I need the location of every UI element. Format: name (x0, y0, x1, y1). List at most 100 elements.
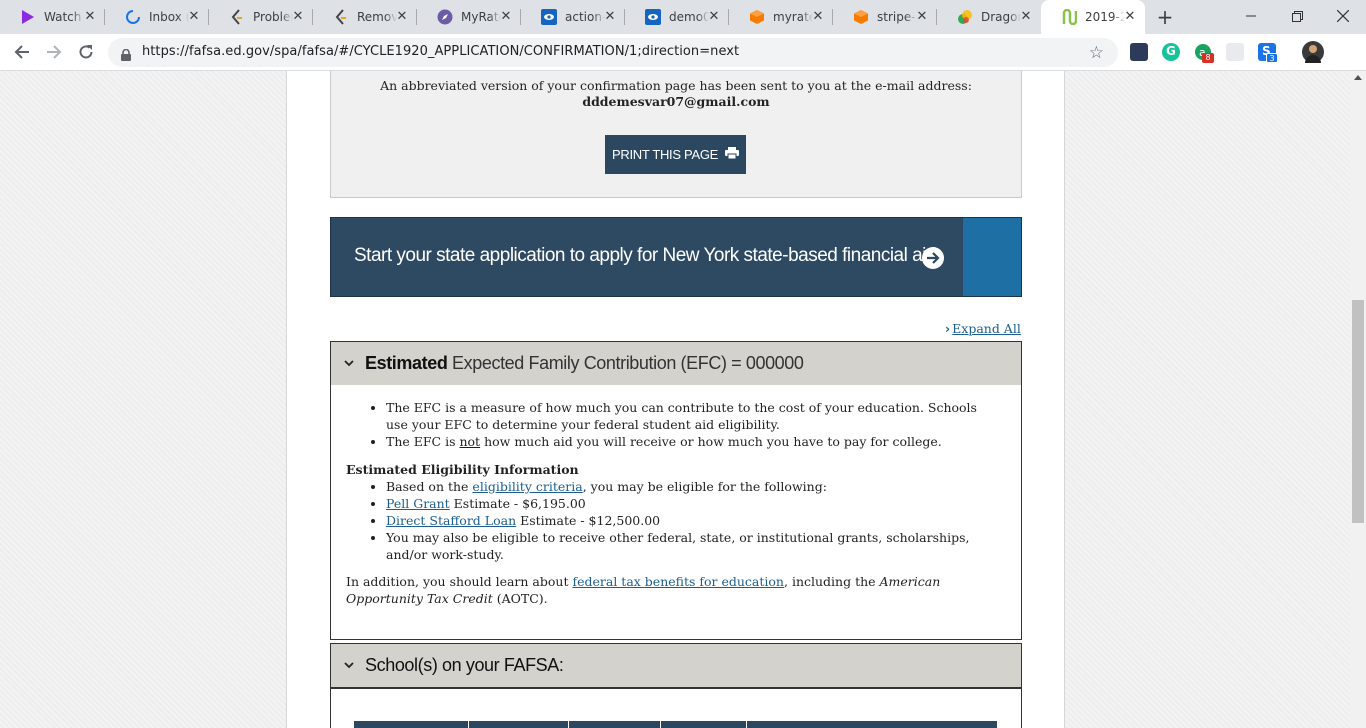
restore-icon[interactable] (1274, 0, 1320, 32)
browser-tab[interactable]: demo0 ✕ (625, 0, 729, 34)
state-banner-text: Start your state application to apply fo… (354, 245, 941, 266)
pell-grant-link[interactable]: Pell Grant (386, 496, 450, 511)
box-icon (853, 9, 869, 25)
page-content-column: An abbreviated version of your confirmat… (286, 71, 1065, 728)
address-bar[interactable]: https://fafsa.ed.gov/spa/fafsa/#/CYCLE19… (108, 38, 1118, 67)
minimize-icon[interactable] (1228, 0, 1274, 32)
direct-stafford-loan-link[interactable]: Direct Stafford Loan (386, 513, 516, 528)
print-page-button[interactable]: PRINT THIS PAGE (605, 135, 746, 174)
close-tab-icon[interactable]: ✕ (291, 10, 305, 24)
chevron-right-icon: › (945, 321, 951, 336)
tab-title: demo0 (669, 10, 709, 24)
back-arrow-icon[interactable] (10, 40, 34, 64)
vertical-scrollbar[interactable] (1350, 71, 1366, 728)
arrow-right-circle-icon[interactable] (922, 247, 944, 269)
schools-table-header (354, 721, 997, 728)
state-banner-accent (963, 218, 1021, 296)
chevron-down-icon (343, 660, 355, 672)
profile-avatar[interactable] (1302, 41, 1324, 63)
expand-all-label: Expand All (952, 321, 1021, 336)
email-address: dddemesvar07@gmail.com (582, 94, 770, 109)
browser-tab[interactable]: MyRate ✕ (417, 0, 521, 34)
box-icon (749, 9, 765, 25)
extension-s-icon[interactable]: S3 (1258, 43, 1278, 63)
leetcode-icon (333, 9, 349, 25)
tab-title: Inbox ( (149, 10, 189, 24)
new-tab-button[interactable]: + (1155, 7, 1175, 27)
expand-all-link[interactable]: › Expand All (945, 321, 1021, 336)
browser-tab[interactable]: action- ✕ (521, 0, 625, 34)
close-tab-icon[interactable]: ✕ (707, 10, 721, 24)
tab-strip: Watch I ✕ Inbox ( ✕ Problem ✕ Remove ✕ M… (0, 0, 1366, 34)
printer-icon (725, 147, 740, 162)
scrollbar-thumb[interactable] (1352, 300, 1364, 523)
print-button-label: PRINT THIS PAGE (611, 147, 719, 162)
list-item: You may also be eligible to receive othe… (386, 529, 999, 563)
close-tab-icon[interactable]: ✕ (395, 10, 409, 24)
extension-badge: 3 (1266, 53, 1278, 63)
list-item: The EFC is a measure of how much you can… (386, 399, 999, 433)
bookmark-star-icon[interactable]: ☆ (1089, 43, 1104, 63)
tab-title: Problem (253, 10, 293, 24)
tax-benefits-link[interactable]: federal tax benefits for education (572, 574, 784, 589)
close-tab-icon[interactable]: ✕ (603, 10, 617, 24)
eligibility-heading: Estimated Eligibility Information (346, 462, 579, 477)
lock-icon (121, 46, 131, 65)
grammarly-icon[interactable]: G (1162, 43, 1180, 61)
chevron-down-icon (343, 358, 355, 370)
scroll-up-arrow-icon[interactable] (1354, 75, 1362, 80)
close-tab-icon[interactable]: ✕ (915, 10, 929, 24)
extension-shield-icon[interactable] (1130, 43, 1148, 61)
close-tab-icon[interactable]: ✕ (1123, 10, 1137, 24)
forward-arrow-icon[interactable] (42, 40, 66, 64)
list-item: Direct Stafford Loan Estimate - $12,500.… (386, 512, 999, 529)
eligibility-criteria-link[interactable]: eligibility criteria (472, 479, 582, 494)
dragon-icon (957, 9, 973, 25)
eye-icon (541, 9, 557, 25)
efc-accordion-header[interactable]: Estimated Expected Family Contribution (… (330, 341, 1022, 386)
browser-tab[interactable]: Remove ✕ (313, 0, 417, 34)
browser-tab[interactable]: Dragon ✕ (937, 0, 1041, 34)
browser-tab[interactable]: myrate ✕ (729, 0, 833, 34)
browser-tab[interactable]: stripe- ✕ (833, 0, 937, 34)
tab-title: action- (565, 10, 605, 24)
leetcode-icon (229, 9, 245, 25)
efc-accordion-body: The EFC is a measure of how much you can… (330, 385, 1022, 640)
honey-icon[interactable]: a8 (1194, 43, 1214, 63)
email-notice: An abbreviated version of your confirmat… (380, 78, 972, 93)
schools-title: School(s) on your FAFSA: (365, 655, 564, 675)
browser-tab-active[interactable]: 2019-2 ✕ (1041, 0, 1145, 34)
list-item: Pell Grant Estimate - $6,195.00 (386, 495, 999, 512)
tab-title: Dragon (981, 10, 1021, 24)
close-window-icon[interactable] (1320, 0, 1366, 32)
close-tab-icon[interactable]: ✕ (83, 10, 97, 24)
extension-badge: 8 (1202, 53, 1214, 63)
close-tab-icon[interactable]: ✕ (187, 10, 201, 24)
url-text: https://fafsa.ed.gov/spa/fafsa/#/CYCLE19… (142, 44, 740, 59)
tab-title: Watch I (44, 10, 84, 24)
page-viewport: An abbreviated version of your confirmat… (0, 71, 1350, 728)
close-tab-icon[interactable]: ✕ (811, 10, 825, 24)
confirmation-email-box: An abbreviated version of your confirmat… (330, 71, 1022, 198)
fafsa-icon (1061, 9, 1077, 25)
list-item: The EFC is not how much aid you will rec… (386, 433, 999, 450)
state-application-banner[interactable]: Start your state application to apply fo… (330, 217, 1022, 297)
close-tab-icon[interactable]: ✕ (1019, 10, 1033, 24)
tab-title: 2019-2 (1085, 10, 1125, 24)
browser-tab[interactable]: Problem ✕ (209, 0, 313, 34)
loading-spinner-icon (125, 9, 141, 25)
efc-bullet-list: The EFC is a measure of how much you can… (369, 399, 999, 450)
tab-title: Remove (357, 10, 397, 24)
eligibility-list: Based on the eligibility criteria, you m… (369, 478, 999, 563)
tab-title: stripe- (877, 10, 916, 24)
tab-title: MyRate (461, 10, 501, 24)
compass-icon (437, 9, 453, 25)
close-tab-icon[interactable]: ✕ (499, 10, 513, 24)
browser-toolbar: https://fafsa.ed.gov/spa/fafsa/#/CYCLE19… (0, 34, 1366, 71)
browser-tab[interactable]: Watch I ✕ (0, 0, 105, 34)
reload-icon[interactable] (74, 40, 98, 64)
extension-blank-icon[interactable] (1226, 43, 1244, 61)
tab-title: myrate (773, 10, 813, 24)
browser-tab[interactable]: Inbox ( ✕ (105, 0, 209, 34)
schools-accordion-header[interactable]: School(s) on your FAFSA: (330, 643, 1022, 688)
